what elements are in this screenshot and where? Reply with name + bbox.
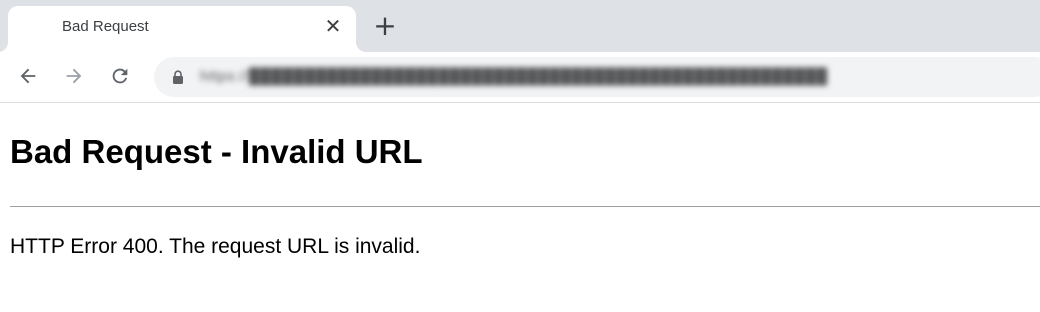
forward-arrow-icon[interactable] <box>60 62 88 90</box>
error-message: HTTP Error 400. The request URL is inval… <box>10 235 421 258</box>
page-content: Bad Request - Invalid URL HTTP Error 400… <box>0 103 1040 312</box>
toolbar: https://████████████████████████████████… <box>0 52 1040 103</box>
plus-icon[interactable]: + <box>370 12 400 42</box>
close-icon[interactable]: ✕ <box>320 14 346 40</box>
tab-bad-request[interactable]: Bad Request ✕ <box>8 6 356 52</box>
url-text[interactable]: https://████████████████████████████████… <box>200 68 828 85</box>
browser-window: Bad Request ✕ + https://████████████████… <box>0 0 1040 312</box>
address-bar[interactable]: https://████████████████████████████████… <box>154 57 1040 97</box>
tab-strip: Bad Request ✕ + <box>0 0 1040 52</box>
lock-icon[interactable] <box>172 70 184 89</box>
divider <box>10 206 1040 207</box>
back-arrow-icon[interactable] <box>14 62 42 90</box>
page-title: Bad Request - Invalid URL <box>10 133 423 170</box>
tab-title: Bad Request <box>62 18 149 35</box>
reload-icon[interactable] <box>106 62 134 90</box>
